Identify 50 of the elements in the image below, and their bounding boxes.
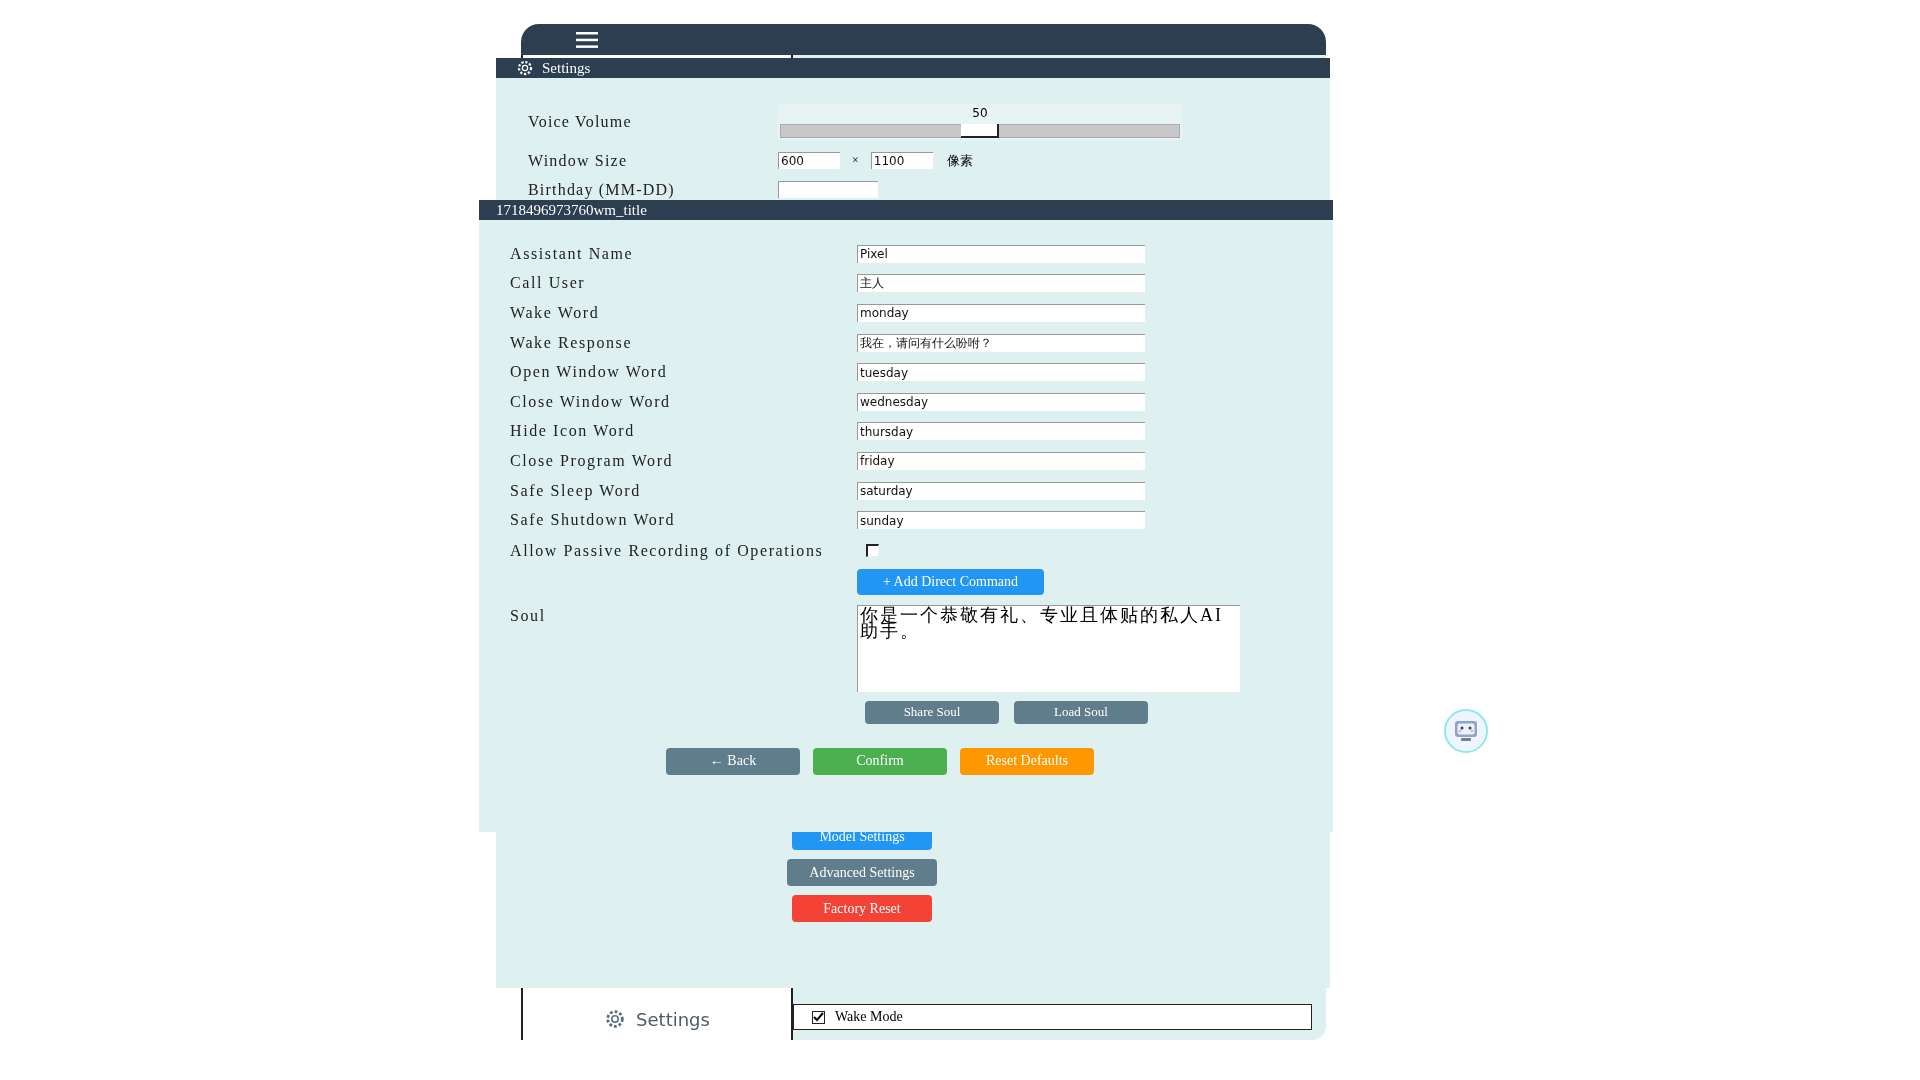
input-field[interactable]: friday bbox=[857, 451, 1145, 470]
sidebar-item[interactable]: Settings bbox=[596, 1004, 718, 1034]
field-label: Soul bbox=[510, 606, 547, 625]
width-input[interactable]: 600 bbox=[778, 152, 840, 169]
field-label: Wake Word bbox=[510, 304, 601, 322]
robot-icon[interactable] bbox=[1443, 708, 1489, 754]
settings-button[interactable]: Advanced Settings bbox=[787, 859, 937, 886]
input-field[interactable]: 主人 bbox=[857, 274, 1145, 293]
input-field[interactable]: thursday bbox=[857, 422, 1145, 441]
unit-label: 像素 bbox=[946, 151, 973, 170]
checkbox-label: Wake Mode bbox=[835, 1009, 903, 1025]
sidebar-label: Settings bbox=[636, 1008, 710, 1030]
window-title: 1718496973760wm_title bbox=[496, 201, 647, 219]
field-label: Window Size bbox=[528, 151, 629, 170]
input-field[interactable]: monday bbox=[857, 304, 1145, 322]
input-field[interactable]: saturday bbox=[857, 481, 1145, 500]
field-label: Allow Passive Recording of Operations bbox=[510, 541, 825, 560]
action-button[interactable]: ← Back bbox=[666, 747, 800, 775]
settings-icon bbox=[604, 1008, 627, 1030]
settings-button[interactable]: Factory Reset bbox=[792, 895, 932, 922]
soul-button[interactable]: Load Soul bbox=[1014, 700, 1148, 724]
input-field[interactable]: Pixel bbox=[857, 244, 1145, 263]
field-label: Wake Response bbox=[510, 333, 634, 352]
height-input[interactable]: 1100 bbox=[870, 152, 933, 169]
slider-value: 50 bbox=[972, 106, 988, 120]
field-label: Close Window Word bbox=[510, 392, 672, 411]
menu-icon[interactable] bbox=[576, 31, 598, 48]
field-label: Voice Volume bbox=[528, 113, 633, 131]
times-sign: × bbox=[852, 153, 859, 168]
checkbox[interactable] bbox=[812, 1010, 825, 1024]
input-field[interactable]: 我在，请问有什么吩咐？ bbox=[857, 333, 1145, 352]
field-label: Call User bbox=[510, 274, 587, 293]
settings-icon bbox=[516, 59, 534, 77]
slider-thumb[interactable] bbox=[961, 124, 999, 138]
input-field[interactable]: sunday bbox=[857, 511, 1145, 530]
volume-slider[interactable]: 50 bbox=[778, 104, 1182, 140]
input-field[interactable]: wednesday bbox=[857, 392, 1145, 411]
field-label: Safe Shutdown Word bbox=[510, 511, 676, 530]
field-label: Open Window Word bbox=[510, 363, 669, 382]
field-label: Hide Icon Word bbox=[510, 422, 636, 441]
field-label: Assistant Name bbox=[510, 244, 635, 263]
field-label: Birthday (MM-DD) bbox=[528, 180, 676, 199]
soul-button[interactable]: Share Soul bbox=[865, 700, 999, 724]
checkbox[interactable] bbox=[866, 544, 879, 558]
window-title: Settings bbox=[542, 59, 591, 77]
input-field[interactable]: tuesday bbox=[857, 363, 1145, 382]
field-label: Safe Sleep Word bbox=[510, 481, 642, 500]
birthday-input[interactable] bbox=[778, 181, 878, 198]
soul-textarea[interactable]: 你是一个恭敬有礼、专业且体贴的私人AI助手。 bbox=[857, 604, 1240, 692]
field-label: Close Program Word bbox=[510, 451, 675, 470]
